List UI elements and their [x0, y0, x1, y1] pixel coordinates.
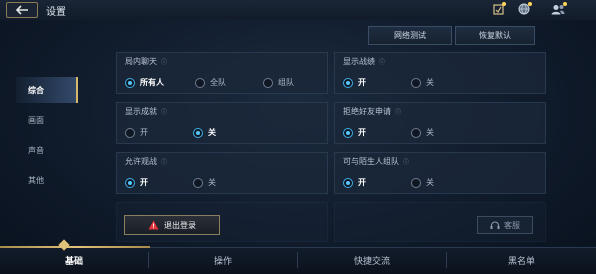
- option-on[interactable]: 开: [343, 177, 366, 188]
- sidebar-item-general[interactable]: 综合: [16, 77, 78, 103]
- radio-icon: [411, 177, 421, 188]
- option-on[interactable]: 开: [125, 177, 148, 188]
- mission-icon[interactable]: [492, 2, 506, 15]
- radio-icon: [411, 77, 421, 88]
- radio-selected-icon: [343, 77, 353, 88]
- setting-show-achievement: 显示成就 ⓘ 开 关: [116, 102, 328, 144]
- option-off[interactable]: 关: [411, 77, 434, 88]
- setting-in-game-chat: 局内聊天 ⓘ 所有人 全队 组队: [116, 52, 328, 94]
- info-icon[interactable]: ⓘ: [395, 107, 401, 116]
- tab-basic[interactable]: 基础: [0, 247, 148, 273]
- network-test-button[interactable]: 网络测试: [368, 26, 452, 45]
- info-icon[interactable]: ⓘ: [161, 157, 167, 166]
- headset-icon: [490, 221, 500, 229]
- page-title: 设置: [46, 7, 66, 18]
- tab-quick-chat[interactable]: 快捷交流: [298, 247, 446, 273]
- setting-allow-spectate: 允许观战 ⓘ 开 关: [116, 152, 328, 194]
- setting-title: 显示成就: [125, 107, 157, 116]
- setting-title: 拒绝好友申请: [343, 107, 391, 116]
- setting-reject-friend-request: 拒绝好友申请 ⓘ 开 关: [334, 102, 546, 144]
- setting-team-with-strangers: 可与陌生人组队 ⓘ 开 关: [334, 152, 546, 194]
- globe-icon[interactable]: [518, 2, 532, 15]
- sidebar-item-display[interactable]: 画面: [16, 107, 78, 133]
- top-bar: [0, 0, 596, 20]
- restore-default-button[interactable]: 恢复默认: [455, 26, 535, 45]
- tab-controls[interactable]: 操作: [149, 247, 297, 273]
- customer-service-button[interactable]: 客服: [477, 216, 533, 234]
- radio-icon: [125, 127, 135, 138]
- option-on[interactable]: 开: [343, 77, 366, 88]
- settings-sidebar: 综合 画面 声音 其他: [16, 76, 78, 196]
- radio-icon: [263, 77, 273, 88]
- sidebar-item-sound[interactable]: 声音: [16, 137, 78, 163]
- option-off[interactable]: 关: [411, 177, 434, 188]
- radio-icon: [195, 77, 205, 88]
- option-on[interactable]: 开: [343, 127, 366, 138]
- radio-selected-icon: [125, 177, 135, 188]
- logout-button[interactable]: 退出登录: [124, 215, 220, 235]
- radio-selected-icon: [343, 127, 353, 138]
- back-button[interactable]: [6, 2, 38, 18]
- info-icon[interactable]: ⓘ: [403, 157, 409, 166]
- radio-selected-icon: [343, 177, 353, 188]
- setting-show-record: 显示战绩 ⓘ 开 关: [334, 52, 546, 94]
- option-on[interactable]: 开: [125, 127, 148, 138]
- setting-title: 显示战绩: [343, 57, 375, 66]
- friends-icon[interactable]: [551, 2, 567, 15]
- radio-selected-icon: [125, 77, 135, 88]
- info-icon[interactable]: ⓘ: [161, 57, 167, 66]
- option-off[interactable]: 关: [193, 177, 216, 188]
- setting-title: 可与陌生人组队: [343, 157, 399, 166]
- option-off[interactable]: 关: [411, 127, 434, 138]
- radio-selected-icon: [193, 127, 203, 138]
- option-all[interactable]: 所有人: [125, 77, 164, 88]
- sidebar-item-other[interactable]: 其他: [16, 167, 78, 193]
- option-off[interactable]: 关: [193, 127, 216, 138]
- info-icon[interactable]: ⓘ: [379, 57, 385, 66]
- logout-label: 退出登录: [164, 220, 196, 230]
- info-icon[interactable]: ⓘ: [161, 107, 167, 116]
- warning-icon: [148, 220, 159, 230]
- option-team[interactable]: 全队: [195, 77, 226, 88]
- tab-blacklist[interactable]: 黑名单: [447, 247, 596, 273]
- radio-icon: [193, 177, 203, 188]
- option-party[interactable]: 组队: [263, 77, 294, 88]
- radio-icon: [411, 127, 421, 138]
- service-label: 客服: [504, 220, 520, 230]
- back-arrow-icon: [15, 5, 28, 15]
- setting-title: 允许观战: [125, 157, 157, 166]
- setting-title: 局内聊天: [125, 57, 157, 66]
